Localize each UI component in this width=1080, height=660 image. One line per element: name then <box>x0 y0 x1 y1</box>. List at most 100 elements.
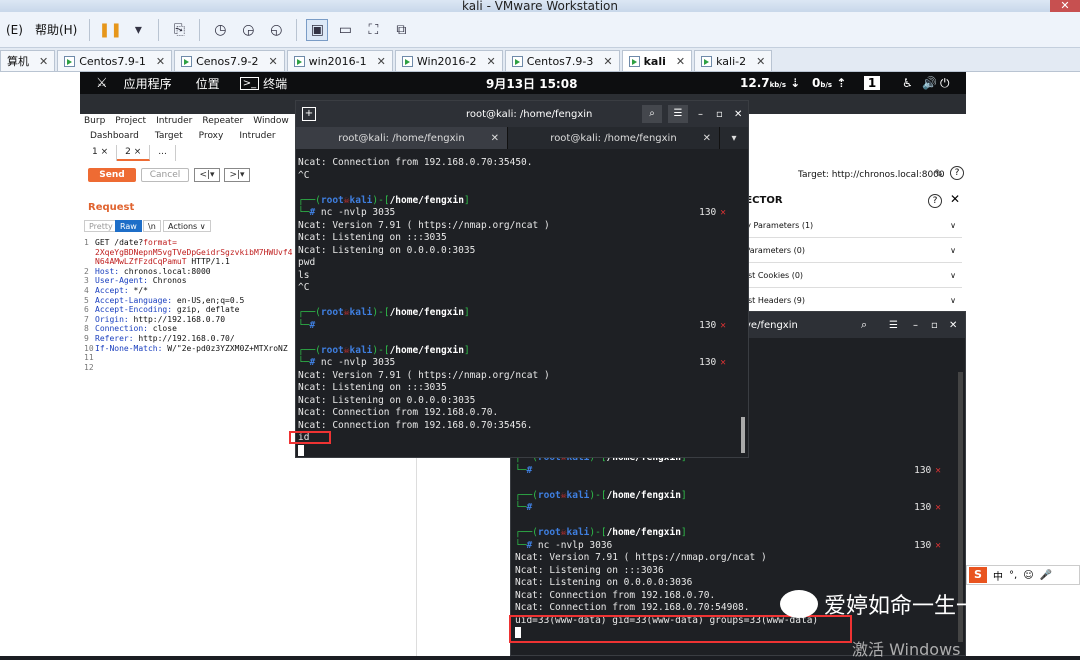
prev-button[interactable]: <|▾ <box>194 168 220 182</box>
request-token: Accept: <box>95 285 129 295</box>
vm-tab[interactable]: kali-2 ✕ <box>694 50 773 71</box>
ime-toolbar[interactable]: S 中 °, ☺ 🎤 <box>966 565 1080 585</box>
burp-tab[interactable]: Target <box>155 131 183 141</box>
inspector-section[interactable]: y Parameters (0) ∨ <box>738 238 962 263</box>
repeater-subtab[interactable]: 2 × <box>117 145 151 161</box>
pretty-button[interactable]: Pretty <box>84 220 118 232</box>
terminal-menu[interactable]: 终端 <box>263 75 287 92</box>
terminal-window-1[interactable]: + root@kali: /home/fengxin ⌕ ☰ – ▫ ✕ roo… <box>295 100 749 458</box>
vm-tab[interactable]: 算机 ✕ <box>0 50 56 71</box>
vm-tab[interactable]: win2016-1 ✕ <box>286 50 393 71</box>
ime-mode[interactable]: 中 <box>993 568 1003 583</box>
burp-tab[interactable]: Dashboard <box>90 131 139 141</box>
menu-edit[interactable]: (E) <box>0 23 29 37</box>
menu-icon[interactable]: ☰ <box>889 320 898 331</box>
vm-tab-label: Centos7.9-3 <box>526 54 594 68</box>
repeater-subtab[interactable]: 1 × <box>84 145 118 161</box>
vm-tab[interactable]: Centos7.9-3 ✕ <box>504 50 620 71</box>
close-tab-icon[interactable]: ✕ <box>703 133 711 144</box>
volume-icon[interactable]: 🔊 <box>922 76 937 90</box>
inspector-help-icon[interactable]: ? <box>928 194 942 208</box>
library-view-icon[interactable]: ▣ <box>306 18 329 41</box>
close-icon[interactable]: ✕ <box>156 55 165 68</box>
close-icon[interactable]: ✕ <box>756 55 765 68</box>
vm-tab-label: Win2016-2 <box>416 54 477 68</box>
close-icon[interactable]: ✕ <box>676 55 685 68</box>
new-tab-icon[interactable]: + <box>302 107 316 121</box>
menu-icon[interactable]: ☰ <box>668 105 688 123</box>
inspector-section[interactable]: uest Cookies (0) ∨ <box>738 263 962 288</box>
minimize-icon[interactable]: – <box>698 109 703 120</box>
request-token: Accept-Language: <box>95 295 173 305</box>
power-icon[interactable]: ⏻ <box>940 76 950 91</box>
ime-emoji[interactable]: ☺ <box>1023 570 1033 581</box>
search-icon[interactable]: ⌕ <box>861 318 867 332</box>
console-view-icon[interactable]: ▭ <box>334 19 356 41</box>
places-menu[interactable]: 位置 <box>196 75 220 92</box>
close-window-button[interactable]: ✕ <box>1050 0 1080 12</box>
inspector-close-icon[interactable]: ✕ <box>950 192 960 206</box>
menu-help[interactable]: 帮助(H) <box>29 21 83 38</box>
burp-menu-item[interactable]: Intruder <box>156 116 192 126</box>
close-tab-icon[interactable]: ✕ <box>491 133 499 144</box>
fullscreen-icon[interactable]: ⛶ <box>362 19 384 41</box>
vm-tab[interactable]: Win2016-2 ✕ <box>394 50 503 71</box>
request-editor[interactable]: 1 GET /date?format= 2XqeYgBDNepnM5vgTVeDpG… <box>84 238 294 372</box>
close-icon[interactable]: ✕ <box>39 55 48 68</box>
ime-punct[interactable]: °, <box>1009 570 1017 581</box>
terminal-tab[interactable]: root@kali: /home/fengxin ✕ <box>508 127 720 149</box>
chevron-down-icon: ∨ <box>950 220 956 230</box>
send-button[interactable]: Send <box>88 168 136 182</box>
burp-menu-item[interactable]: Project <box>115 116 146 126</box>
next-button[interactable]: >|▾ <box>224 168 250 182</box>
kali-logo-icon[interactable]: ⚔ <box>96 76 108 91</box>
tabs-dropdown-icon[interactable]: ▾ <box>720 127 748 149</box>
vm-tab[interactable]: Centos7.9-1 ✕ <box>57 50 173 71</box>
inspector-section[interactable]: ery Parameters (1) ∨ <box>738 213 962 238</box>
request-token: User-Agent: <box>95 276 148 286</box>
unity-icon[interactable]: ⧉ <box>390 19 412 41</box>
raw-button[interactable]: Raw <box>115 220 142 232</box>
search-icon[interactable]: ⌕ <box>642 105 662 123</box>
close-icon[interactable]: ✕ <box>268 55 277 68</box>
burp-menu-item[interactable]: Burp <box>84 116 105 126</box>
close-icon[interactable]: ✕ <box>949 320 957 331</box>
edit-target-icon[interactable]: ✎ <box>934 167 944 181</box>
newline-button[interactable]: \n <box>143 220 161 232</box>
apps-menu[interactable]: 应用程序 <box>124 75 172 92</box>
revert-snapshot-icon[interactable]: ◶ <box>237 19 259 41</box>
burp-menu-item[interactable]: Window <box>253 116 289 126</box>
snapshot-manager-icon[interactable]: ◵ <box>265 19 287 41</box>
close-icon[interactable]: ✕ <box>734 109 742 120</box>
terminal-1-scrollbar[interactable] <box>741 417 745 453</box>
dropdown-icon[interactable]: ▾ <box>127 19 149 41</box>
terminal-1-output[interactable]: Ncat: Connection from 192.168.0.70:35450… <box>296 157 738 457</box>
maximize-icon[interactable]: ▫ <box>931 320 938 331</box>
burp-tab[interactable]: Proxy <box>199 131 224 141</box>
accessibility-icon[interactable]: ♿ <box>902 76 913 90</box>
pause-icon[interactable]: ❚❚ <box>99 19 122 41</box>
actions-button[interactable]: Actions ∨ <box>163 220 211 232</box>
cancel-button[interactable]: Cancel <box>141 168 189 182</box>
close-icon[interactable]: ✕ <box>377 55 386 68</box>
request-line: 6 Accept-Encoding: gzip, deflate <box>84 305 294 315</box>
workspace-indicator[interactable]: 1 <box>864 76 880 90</box>
help-icon[interactable]: ? <box>950 166 964 180</box>
burp-tab[interactable]: Intruder <box>239 131 275 141</box>
ime-mic[interactable]: 🎤 <box>1040 570 1052 581</box>
maximize-icon[interactable]: ▫ <box>716 109 723 120</box>
terminal-tab[interactable]: root@kali: /home/fengxin ✕ <box>296 127 508 149</box>
inspector-section[interactable]: uest Headers (9) ∨ <box>738 288 962 313</box>
vm-tab[interactable]: kali ✕ <box>621 50 693 71</box>
vm-running-icon <box>401 55 413 67</box>
clock[interactable]: 9月13日 15:08 <box>486 75 577 92</box>
send-keys-icon[interactable]: ⎘ <box>168 19 190 41</box>
burp-menu-item[interactable]: Repeater <box>202 116 243 126</box>
repeater-subtab[interactable]: ... <box>150 145 176 161</box>
snapshot-icon[interactable]: ◷ <box>209 19 231 41</box>
minimize-icon[interactable]: – <box>913 320 918 331</box>
close-icon[interactable]: ✕ <box>487 55 496 68</box>
close-icon[interactable]: ✕ <box>603 55 612 68</box>
vm-tab[interactable]: Cenos7.9-2 ✕ <box>174 50 285 71</box>
